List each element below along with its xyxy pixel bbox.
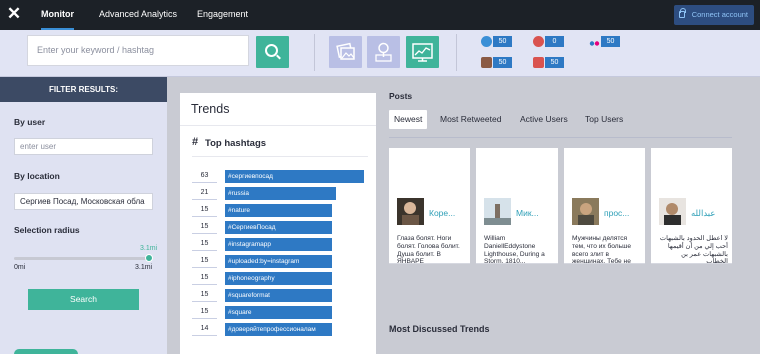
hashtag-bar[interactable]: #uploaded:by=instagram <box>225 255 332 268</box>
by-location-label: By location <box>14 171 60 181</box>
flickr-count: 50 <box>601 36 620 47</box>
trends-title: Trends <box>191 102 230 116</box>
instagram-icon <box>481 57 492 68</box>
post-author[interactable]: прос... <box>604 208 629 218</box>
hashtag-count: 15 <box>192 204 217 217</box>
post-card[interactable]: прос... Мужчины делятся тем, что их боль… <box>564 148 645 264</box>
google-plus-count: 0 <box>545 36 564 47</box>
radius-min: 0mi <box>14 264 26 271</box>
divider <box>192 156 368 157</box>
hashtag-count: 15 <box>192 221 217 234</box>
hashtag-count: 15 <box>192 255 217 268</box>
radius-slider[interactable] <box>14 257 149 260</box>
youtube-counter[interactable]: 50 <box>533 57 565 68</box>
post-text: لا أعطل الحدود بالشبهات أحب إلي من أن أق… <box>659 235 728 263</box>
hashtag-count: 15 <box>192 272 217 285</box>
hashtag-count: 15 <box>192 289 217 302</box>
search-icon <box>265 44 278 57</box>
trends-panel: Trends # Top hashtags 63 #сергиевпосад 21 #… <box>180 93 376 354</box>
hashtag-bar[interactable]: #russia <box>225 187 336 200</box>
google-plus-icon <box>533 36 544 47</box>
post-author[interactable]: Коре... <box>429 208 455 218</box>
divider <box>456 34 457 71</box>
tab-active-users[interactable]: Active Users <box>520 110 568 129</box>
most-discussed-trends-title: Most Discussed Trends <box>389 324 490 334</box>
avatar <box>484 198 511 225</box>
user-pin-icon <box>375 42 392 62</box>
avatar <box>659 198 686 225</box>
hashtag-count: 15 <box>192 238 217 251</box>
app-frame: ✕ Monitor Advanced Analytics Engagement … <box>0 0 760 354</box>
filter-panel: FILTER RESULTS: By user enter user By lo… <box>0 77 167 354</box>
tab-advanced-analytics[interactable]: Advanced Analytics <box>99 0 177 30</box>
search-button[interactable] <box>256 36 289 68</box>
posts-title: Posts <box>389 91 413 101</box>
connect-account-button[interactable]: Connect account <box>674 5 754 25</box>
post-text: Мужчины делятся тем, что их больше всего… <box>572 235 632 263</box>
youtube-count: 50 <box>545 57 564 68</box>
youtube-icon <box>533 57 544 68</box>
hashtag-count: 15 <box>192 306 217 319</box>
selection-radius-label: Selection radius <box>14 225 80 235</box>
hashtag-bar[interactable]: #СергиевПосад <box>225 221 332 234</box>
filter-search-button[interactable]: Search <box>28 289 139 310</box>
bottom-button[interactable] <box>14 349 78 354</box>
hashtag-bar[interactable]: #nature <box>225 204 332 217</box>
users-filter-button[interactable] <box>367 36 400 68</box>
hashtag-bar[interactable]: #iphoneography <box>225 272 332 285</box>
close-icon[interactable]: ✕ <box>6 4 22 24</box>
top-nav: ✕ Monitor Advanced Analytics Engagement … <box>0 0 760 30</box>
hashtag-bar[interactable]: #instagramapp <box>225 238 332 251</box>
photos-filter-button[interactable] <box>329 36 362 68</box>
divider <box>314 34 315 71</box>
twitter-count: 50 <box>493 36 512 47</box>
instagram-counter[interactable]: 50 <box>481 57 513 68</box>
divider <box>389 137 732 138</box>
tab-newest[interactable]: Newest <box>389 110 428 129</box>
twitter-counter[interactable]: 50 <box>481 36 513 47</box>
post-text: William DaniellEddystone Lighthouse, Dur… <box>484 235 545 263</box>
by-user-label: By user <box>14 117 46 127</box>
hashtag-bar[interactable]: #сергиевпосад <box>225 170 364 183</box>
google-plus-counter[interactable]: 0 <box>533 36 565 47</box>
post-author[interactable]: Мик... <box>516 208 539 218</box>
analytics-filter-button[interactable] <box>406 36 439 68</box>
hashtag-bar[interactable]: #square <box>225 306 332 319</box>
avatar <box>397 198 424 225</box>
post-card[interactable]: Коре... Глаза болят. Ноги болят. Голова … <box>389 148 470 264</box>
hashtag-bar[interactable]: #доверяйтепрофессионалам <box>225 323 332 336</box>
tab-most-retweeted[interactable]: Most Retweeted <box>440 110 501 129</box>
post-text: Глаза болят. Ноги болят. Голова болит. Д… <box>397 235 460 263</box>
search-band: Enter your keyword / hashtag 50 0 50 50 … <box>0 30 760 77</box>
post-author[interactable]: عبدالله <box>691 208 715 219</box>
post-card[interactable]: Мик... William DaniellEddystone Lighthou… <box>476 148 558 264</box>
tab-monitor[interactable]: Monitor <box>41 0 74 30</box>
radius-max: 3.1mi <box>135 264 153 271</box>
twitter-icon <box>481 36 492 47</box>
connect-account-label: Connect account <box>691 10 748 19</box>
hashtag-icon: # <box>192 136 199 148</box>
instagram-count: 50 <box>493 57 512 68</box>
tab-top-users[interactable]: Top Users <box>585 110 623 129</box>
radius-current: 3.1mi <box>140 245 158 252</box>
hashtag-count: 21 <box>192 187 217 200</box>
photos-icon <box>336 42 355 60</box>
filter-title: FILTER RESULTS: <box>0 77 167 102</box>
monitor-chart-icon <box>412 43 433 62</box>
hashtag-count: 63 <box>192 170 217 183</box>
flickr-counter[interactable]: 50 <box>589 36 621 47</box>
hashtag-bar[interactable]: #squareformat <box>225 289 332 302</box>
top-hashtags-label: Top hashtags <box>205 138 267 149</box>
radius-slider-handle[interactable] <box>145 254 153 262</box>
location-input[interactable]: Сергиев Посад, Московская обла <box>14 193 153 210</box>
avatar <box>572 198 599 225</box>
lock-icon <box>679 8 686 18</box>
post-card[interactable]: عبدالله لا أعطل الحدود بالشبهات أحب إلي … <box>651 148 732 264</box>
hashtag-count: 14 <box>192 323 217 336</box>
tab-engagement[interactable]: Engagement <box>197 0 248 30</box>
user-input[interactable]: enter user <box>14 138 153 155</box>
flickr-icon <box>589 36 600 47</box>
divider <box>180 125 376 126</box>
search-input[interactable]: Enter your keyword / hashtag <box>27 35 249 66</box>
